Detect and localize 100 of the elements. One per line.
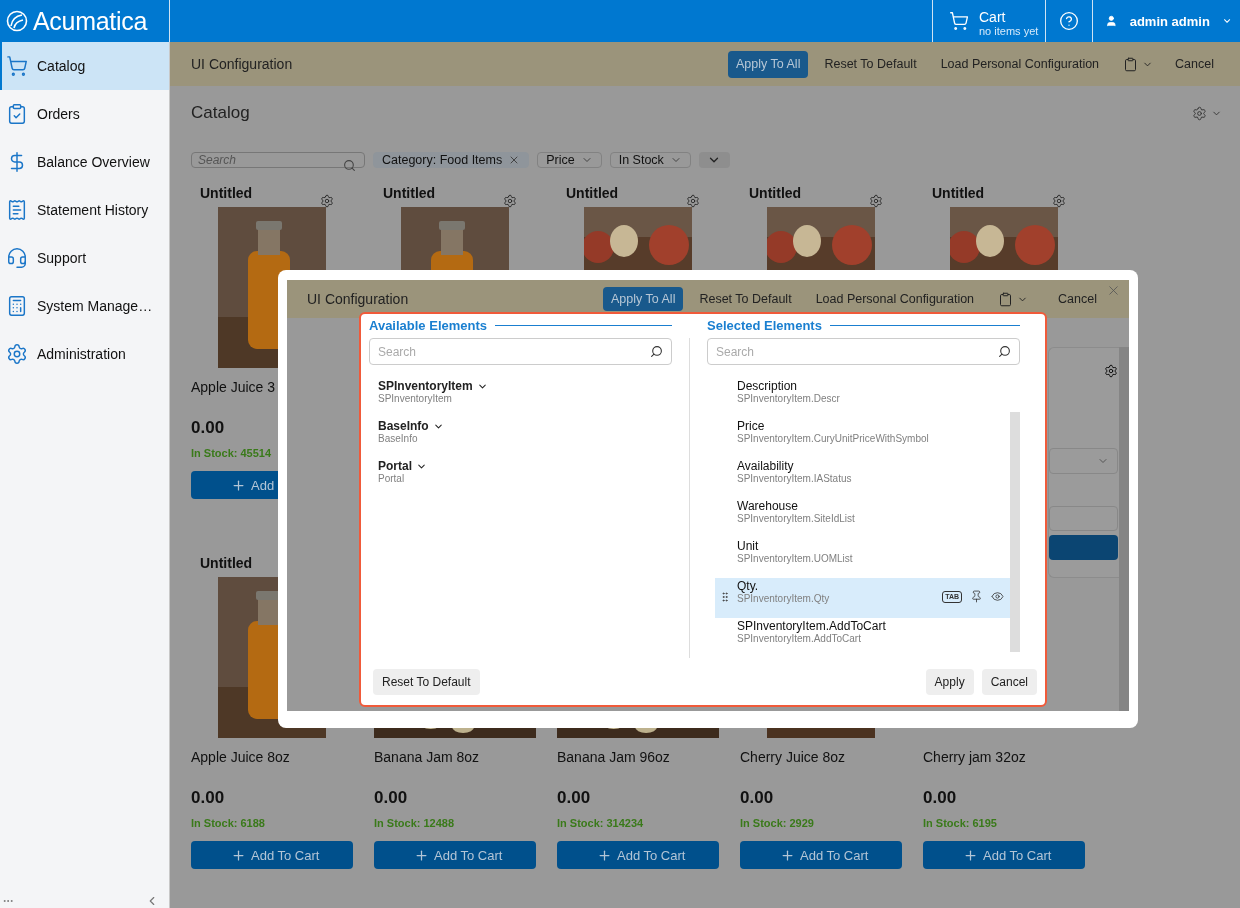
sidebar-item[interactable]: Catalog xyxy=(0,42,169,90)
product-name: Cherry jam 32oz xyxy=(923,749,1027,766)
toolbar-button[interactable]: Load Personal Configuration xyxy=(932,50,1108,78)
receipt-icon xyxy=(6,199,28,221)
help-icon xyxy=(1059,11,1079,31)
tree-item[interactable]: SPInventoryItem SPInventoryItem xyxy=(369,378,672,418)
reset-button[interactable]: Reset To Default xyxy=(373,669,480,695)
list-item[interactable]: Warehouse SPInventoryItem.SiteIdList xyxy=(715,498,1010,538)
cart-label: Cart xyxy=(979,10,1007,25)
settings-menu-button[interactable] xyxy=(1192,105,1222,121)
plus-icon xyxy=(780,847,795,863)
plus-icon xyxy=(597,847,612,863)
sidebar-item[interactable]: Balance Overview xyxy=(0,138,169,186)
stock-status: In Stock: 314234 xyxy=(557,817,645,830)
plus-icon xyxy=(231,847,246,863)
sidebar-item[interactable]: Administration xyxy=(0,330,169,378)
dropdown-field[interactable] xyxy=(1049,448,1118,474)
toolbar-button[interactable]: Reset To Default xyxy=(691,287,800,311)
card-title: Untitled xyxy=(199,185,254,201)
product-name: Cherry Juice 8oz xyxy=(740,749,847,766)
expand-button[interactable] xyxy=(698,152,730,168)
filter-dropdown[interactable]: Price xyxy=(537,152,602,168)
section-title: Selected Elements xyxy=(707,317,822,333)
stock-status: In Stock: 6188 xyxy=(191,817,266,830)
toolbar-button[interactable]: Cancel xyxy=(1167,50,1222,78)
cart-status: no items yet xyxy=(979,25,1039,38)
product-name: Apple Juice 3 xyxy=(191,379,277,396)
product-price: 0.00 xyxy=(374,788,409,808)
stock-status: In Stock: 12488 xyxy=(374,817,456,830)
toolbar-title: UI Configuration xyxy=(191,56,293,72)
primary-button[interactable]: Apply To All xyxy=(603,287,684,311)
settings-icon[interactable] xyxy=(686,194,700,208)
sidebar-item[interactable]: Support xyxy=(0,234,169,282)
product-name: Banana Jam 96oz xyxy=(557,749,671,766)
list-item[interactable]: SPInventoryItem.AddToCart SPInventoryItem.AddToCart xyxy=(715,618,1010,658)
plus-icon xyxy=(231,477,246,493)
card-title: Untitled xyxy=(931,185,986,201)
eye-icon[interactable] xyxy=(991,590,1004,603)
cancel-button[interactable]: Cancel xyxy=(981,669,1037,695)
search-icon xyxy=(343,159,356,172)
toolbar-button[interactable]: Load Personal Configuration xyxy=(807,287,983,311)
product-name: Apple Juice 8oz xyxy=(191,749,291,766)
card-title: Untitled xyxy=(199,555,254,571)
filter-dropdown[interactable]: In Stock xyxy=(609,152,691,168)
settings-icon[interactable] xyxy=(503,194,517,208)
calculator-icon xyxy=(6,295,28,317)
sidebar-item[interactable]: Statement History xyxy=(0,186,169,234)
clipboard-icon xyxy=(1123,56,1139,72)
list-item[interactable]: Description SPInventoryItem.Descr xyxy=(715,378,1010,418)
product-price: 0.00 xyxy=(923,788,958,808)
cart-icon xyxy=(949,11,969,31)
settings-icon[interactable] xyxy=(869,194,883,208)
cart-icon xyxy=(6,55,28,77)
primary-button[interactable]: Apply To All xyxy=(728,50,809,78)
tree-item[interactable]: BaseInfo BaseInfo xyxy=(369,418,672,458)
add-to-cart-button[interactable]: Add To Cart xyxy=(191,841,353,869)
list-item[interactable]: Unit SPInventoryItem.UOMList xyxy=(715,538,1010,578)
add-to-cart-button[interactable]: Add To Cart xyxy=(740,841,902,869)
close-icon xyxy=(1106,283,1121,298)
brand-name: Acumatica xyxy=(33,6,147,36)
product-name: Banana Jam 8oz xyxy=(374,749,481,766)
product-price: 0.00 xyxy=(191,788,226,808)
filter-chip[interactable]: Category: Food Items xyxy=(373,152,530,168)
stock-status: In Stock: 45514 xyxy=(191,447,273,460)
scrollbar[interactable] xyxy=(1010,412,1020,652)
sidebar-item[interactable]: System Manage… xyxy=(0,282,169,330)
settings-icon xyxy=(1192,105,1207,121)
sidebar-item[interactable]: Orders xyxy=(0,90,169,138)
clipboard-icon xyxy=(998,291,1014,307)
settings-icon[interactable] xyxy=(1052,194,1066,208)
search-field[interactable]: Search xyxy=(191,152,365,168)
checklist-icon xyxy=(6,103,28,125)
card-title: Untitled xyxy=(382,185,437,201)
settings-icon[interactable] xyxy=(320,194,334,208)
card-title: Untitled xyxy=(565,185,620,201)
plus-icon xyxy=(414,847,429,863)
apply-button[interactable]: Apply xyxy=(925,669,974,695)
settings-icon[interactable] xyxy=(1104,364,1118,378)
tree-item[interactable]: Portal Portal xyxy=(369,458,672,498)
toolbar-button[interactable]: Reset To Default xyxy=(816,50,925,78)
pin-icon[interactable] xyxy=(970,590,983,603)
add-to-cart-button[interactable]: Add To Cart xyxy=(374,841,536,869)
list-item[interactable]: Availability SPInventoryItem.IAStatus xyxy=(715,458,1010,498)
settings-icon xyxy=(6,343,28,365)
product-price: 0.00 xyxy=(557,788,592,808)
close-button[interactable] xyxy=(1106,283,1121,298)
add-to-cart-button[interactable]: Add To Cart xyxy=(923,841,1085,869)
toolbar-button[interactable]: Cancel xyxy=(1050,287,1105,311)
add-to-cart-button[interactable]: Add To Cart xyxy=(557,841,719,869)
stock-status: In Stock: 6195 xyxy=(923,817,998,830)
page-title: Catalog xyxy=(191,103,250,123)
search-field[interactable]: Search xyxy=(369,338,672,365)
search-field[interactable]: Search xyxy=(707,338,1020,365)
scrollbar[interactable] xyxy=(1119,347,1129,711)
logo-icon xyxy=(6,10,28,32)
headset-icon xyxy=(6,247,28,269)
product-price: 0.00 xyxy=(740,788,775,808)
list-item[interactable]: Price SPInventoryItem.CuryUnitPriceWithSymbol xyxy=(715,418,1010,458)
plus-icon xyxy=(963,847,978,863)
drag-handle-icon[interactable] xyxy=(719,591,731,603)
